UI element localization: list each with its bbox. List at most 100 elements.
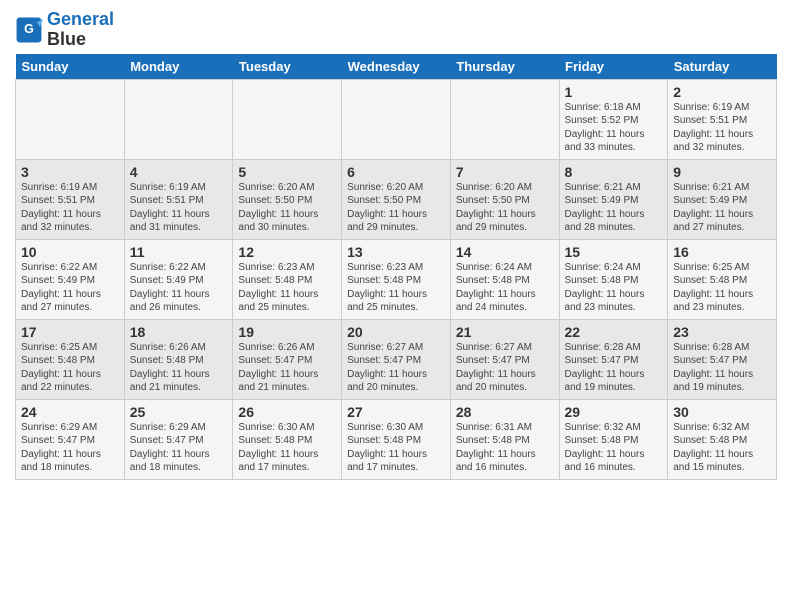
day-number: 12: [238, 244, 336, 260]
day-number: 27: [347, 404, 445, 420]
day-info: Sunrise: 6:26 AM Sunset: 5:47 PM Dayligh…: [238, 341, 336, 395]
day-number: 10: [21, 244, 119, 260]
day-number: 14: [456, 244, 554, 260]
logo-icon: G: [15, 16, 43, 44]
header-saturday: Saturday: [668, 54, 777, 80]
day-info: Sunrise: 6:24 AM Sunset: 5:48 PM Dayligh…: [565, 261, 663, 315]
day-cell: [16, 79, 125, 159]
header-friday: Friday: [559, 54, 668, 80]
day-info: Sunrise: 6:27 AM Sunset: 5:47 PM Dayligh…: [347, 341, 445, 395]
day-cell: 22Sunrise: 6:28 AM Sunset: 5:47 PM Dayli…: [559, 319, 668, 399]
day-cell: 24Sunrise: 6:29 AM Sunset: 5:47 PM Dayli…: [16, 399, 125, 479]
day-info: Sunrise: 6:19 AM Sunset: 5:51 PM Dayligh…: [130, 181, 228, 235]
day-cell: 25Sunrise: 6:29 AM Sunset: 5:47 PM Dayli…: [124, 399, 233, 479]
header-thursday: Thursday: [450, 54, 559, 80]
day-cell: 13Sunrise: 6:23 AM Sunset: 5:48 PM Dayli…: [342, 239, 451, 319]
day-number: 1: [565, 84, 663, 100]
week-row-0: 1Sunrise: 6:18 AM Sunset: 5:52 PM Daylig…: [16, 79, 777, 159]
day-number: 21: [456, 324, 554, 340]
day-cell: 4Sunrise: 6:19 AM Sunset: 5:51 PM Daylig…: [124, 159, 233, 239]
logo-text: General Blue: [47, 10, 114, 50]
day-cell: 30Sunrise: 6:32 AM Sunset: 5:48 PM Dayli…: [668, 399, 777, 479]
header-monday: Monday: [124, 54, 233, 80]
day-info: Sunrise: 6:23 AM Sunset: 5:48 PM Dayligh…: [347, 261, 445, 315]
calendar-page: G General Blue SundayMondayTuesdayWednes…: [0, 0, 792, 490]
day-info: Sunrise: 6:28 AM Sunset: 5:47 PM Dayligh…: [565, 341, 663, 395]
day-number: 22: [565, 324, 663, 340]
day-info: Sunrise: 6:20 AM Sunset: 5:50 PM Dayligh…: [347, 181, 445, 235]
day-info: Sunrise: 6:26 AM Sunset: 5:48 PM Dayligh…: [130, 341, 228, 395]
day-cell: 20Sunrise: 6:27 AM Sunset: 5:47 PM Dayli…: [342, 319, 451, 399]
day-number: 2: [673, 84, 771, 100]
header-row: G General Blue: [15, 10, 777, 50]
day-cell: 2Sunrise: 6:19 AM Sunset: 5:51 PM Daylig…: [668, 79, 777, 159]
day-number: 4: [130, 164, 228, 180]
day-number: 16: [673, 244, 771, 260]
day-cell: 7Sunrise: 6:20 AM Sunset: 5:50 PM Daylig…: [450, 159, 559, 239]
header-wednesday: Wednesday: [342, 54, 451, 80]
calendar-body: 1Sunrise: 6:18 AM Sunset: 5:52 PM Daylig…: [16, 79, 777, 479]
day-number: 19: [238, 324, 336, 340]
week-row-2: 10Sunrise: 6:22 AM Sunset: 5:49 PM Dayli…: [16, 239, 777, 319]
header-sunday: Sunday: [16, 54, 125, 80]
day-number: 7: [456, 164, 554, 180]
day-number: 6: [347, 164, 445, 180]
day-cell: 5Sunrise: 6:20 AM Sunset: 5:50 PM Daylig…: [233, 159, 342, 239]
day-cell: 12Sunrise: 6:23 AM Sunset: 5:48 PM Dayli…: [233, 239, 342, 319]
day-info: Sunrise: 6:32 AM Sunset: 5:48 PM Dayligh…: [673, 421, 771, 475]
day-info: Sunrise: 6:21 AM Sunset: 5:49 PM Dayligh…: [565, 181, 663, 235]
day-cell: 10Sunrise: 6:22 AM Sunset: 5:49 PM Dayli…: [16, 239, 125, 319]
day-cell: [233, 79, 342, 159]
day-info: Sunrise: 6:29 AM Sunset: 5:47 PM Dayligh…: [21, 421, 119, 475]
day-info: Sunrise: 6:28 AM Sunset: 5:47 PM Dayligh…: [673, 341, 771, 395]
day-cell: 19Sunrise: 6:26 AM Sunset: 5:47 PM Dayli…: [233, 319, 342, 399]
day-number: 11: [130, 244, 228, 260]
header-row-days: SundayMondayTuesdayWednesdayThursdayFrid…: [16, 54, 777, 80]
week-row-1: 3Sunrise: 6:19 AM Sunset: 5:51 PM Daylig…: [16, 159, 777, 239]
calendar-header: SundayMondayTuesdayWednesdayThursdayFrid…: [16, 54, 777, 80]
week-row-4: 24Sunrise: 6:29 AM Sunset: 5:47 PM Dayli…: [16, 399, 777, 479]
day-number: 25: [130, 404, 228, 420]
day-cell: 21Sunrise: 6:27 AM Sunset: 5:47 PM Dayli…: [450, 319, 559, 399]
day-info: Sunrise: 6:32 AM Sunset: 5:48 PM Dayligh…: [565, 421, 663, 475]
day-cell: [342, 79, 451, 159]
day-info: Sunrise: 6:21 AM Sunset: 5:49 PM Dayligh…: [673, 181, 771, 235]
day-number: 8: [565, 164, 663, 180]
day-number: 23: [673, 324, 771, 340]
day-cell: 1Sunrise: 6:18 AM Sunset: 5:52 PM Daylig…: [559, 79, 668, 159]
day-info: Sunrise: 6:24 AM Sunset: 5:48 PM Dayligh…: [456, 261, 554, 315]
logo: G General Blue: [15, 10, 114, 50]
day-number: 17: [21, 324, 119, 340]
day-info: Sunrise: 6:25 AM Sunset: 5:48 PM Dayligh…: [21, 341, 119, 395]
day-number: 3: [21, 164, 119, 180]
day-cell: 3Sunrise: 6:19 AM Sunset: 5:51 PM Daylig…: [16, 159, 125, 239]
week-row-3: 17Sunrise: 6:25 AM Sunset: 5:48 PM Dayli…: [16, 319, 777, 399]
day-cell: 9Sunrise: 6:21 AM Sunset: 5:49 PM Daylig…: [668, 159, 777, 239]
day-info: Sunrise: 6:22 AM Sunset: 5:49 PM Dayligh…: [21, 261, 119, 315]
day-info: Sunrise: 6:31 AM Sunset: 5:48 PM Dayligh…: [456, 421, 554, 475]
day-info: Sunrise: 6:27 AM Sunset: 5:47 PM Dayligh…: [456, 341, 554, 395]
day-cell: 28Sunrise: 6:31 AM Sunset: 5:48 PM Dayli…: [450, 399, 559, 479]
day-number: 24: [21, 404, 119, 420]
day-info: Sunrise: 6:20 AM Sunset: 5:50 PM Dayligh…: [456, 181, 554, 235]
day-number: 29: [565, 404, 663, 420]
day-info: Sunrise: 6:29 AM Sunset: 5:47 PM Dayligh…: [130, 421, 228, 475]
header-tuesday: Tuesday: [233, 54, 342, 80]
day-info: Sunrise: 6:25 AM Sunset: 5:48 PM Dayligh…: [673, 261, 771, 315]
calendar-table: SundayMondayTuesdayWednesdayThursdayFrid…: [15, 54, 777, 480]
day-info: Sunrise: 6:30 AM Sunset: 5:48 PM Dayligh…: [238, 421, 336, 475]
day-cell: 17Sunrise: 6:25 AM Sunset: 5:48 PM Dayli…: [16, 319, 125, 399]
day-number: 28: [456, 404, 554, 420]
day-cell: 6Sunrise: 6:20 AM Sunset: 5:50 PM Daylig…: [342, 159, 451, 239]
day-number: 30: [673, 404, 771, 420]
day-number: 9: [673, 164, 771, 180]
svg-text:G: G: [24, 22, 34, 36]
day-info: Sunrise: 6:19 AM Sunset: 5:51 PM Dayligh…: [673, 101, 771, 155]
day-info: Sunrise: 6:20 AM Sunset: 5:50 PM Dayligh…: [238, 181, 336, 235]
day-number: 26: [238, 404, 336, 420]
day-info: Sunrise: 6:19 AM Sunset: 5:51 PM Dayligh…: [21, 181, 119, 235]
day-number: 20: [347, 324, 445, 340]
day-cell: 18Sunrise: 6:26 AM Sunset: 5:48 PM Dayli…: [124, 319, 233, 399]
day-info: Sunrise: 6:22 AM Sunset: 5:49 PM Dayligh…: [130, 261, 228, 315]
day-info: Sunrise: 6:23 AM Sunset: 5:48 PM Dayligh…: [238, 261, 336, 315]
